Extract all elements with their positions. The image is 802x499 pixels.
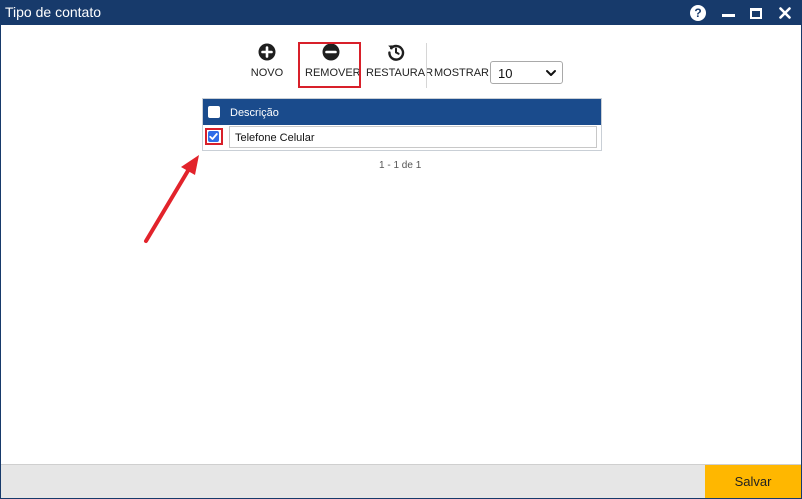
column-header-description: Descrição bbox=[230, 107, 279, 119]
remove-highlight-box bbox=[298, 42, 361, 88]
description-field[interactable]: Telefone Celular bbox=[229, 126, 597, 148]
restore-label: RESTAURAR bbox=[366, 67, 434, 79]
maximize-button[interactable] bbox=[747, 4, 765, 22]
restore-button[interactable]: RESTAURAR bbox=[366, 43, 434, 80]
window-title: Tipo de contato bbox=[5, 4, 101, 20]
dialog-window: Tipo de contato ? NOVO REMOVER RESTAURAR… bbox=[0, 0, 802, 499]
page-size-select[interactable]: 10 bbox=[490, 61, 563, 84]
help-button[interactable]: ? bbox=[689, 4, 707, 22]
chevron-down-icon bbox=[546, 70, 556, 76]
close-icon bbox=[779, 7, 791, 19]
row-checkbox[interactable] bbox=[208, 131, 219, 142]
check-icon bbox=[209, 133, 218, 140]
title-bar: Tipo de contato ? bbox=[1, 1, 801, 25]
new-label: NOVO bbox=[250, 67, 284, 79]
maximize-icon bbox=[750, 7, 762, 19]
grid-header: Descrição bbox=[203, 99, 601, 125]
select-all-checkbox[interactable] bbox=[208, 106, 220, 118]
new-button[interactable]: NOVO bbox=[250, 43, 284, 80]
history-icon bbox=[388, 44, 405, 61]
description-value: Telefone Celular bbox=[235, 132, 315, 144]
contact-type-grid: Descrição Telefone Celular bbox=[202, 98, 602, 151]
toolbar-divider bbox=[426, 43, 427, 88]
minimize-button[interactable] bbox=[719, 4, 737, 22]
close-button[interactable] bbox=[776, 4, 794, 22]
show-label: MOSTRAR: bbox=[434, 67, 493, 79]
help-icon: ? bbox=[690, 5, 706, 21]
page-size-value: 10 bbox=[498, 66, 513, 81]
dialog-footer: Salvar bbox=[1, 464, 801, 498]
plus-circle-icon bbox=[258, 43, 276, 61]
pagination-info: 1 - 1 de 1 bbox=[379, 160, 422, 171]
minimize-icon bbox=[721, 13, 735, 17]
save-button[interactable]: Salvar bbox=[705, 465, 801, 498]
annotation-arrow bbox=[144, 155, 199, 243]
